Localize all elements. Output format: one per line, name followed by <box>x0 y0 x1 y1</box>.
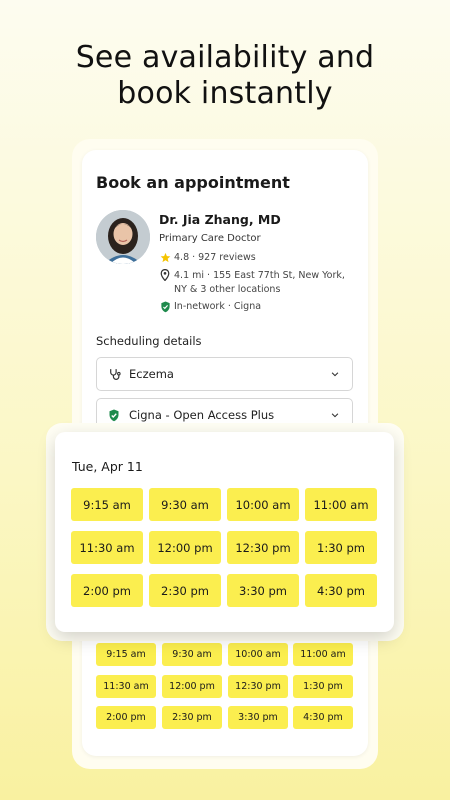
headline-line-2: book instantly <box>117 76 333 111</box>
headline-line-1: See availability and <box>75 40 375 75</box>
rating-value: 4.8 <box>174 252 190 263</box>
time-slot-button[interactable]: 2:00 pm <box>96 706 156 729</box>
star-icon <box>159 252 171 263</box>
time-slot-button[interactable]: 11:00 am <box>305 488 377 521</box>
rating-separator: · <box>192 252 196 263</box>
doctor-name[interactable]: Dr. Jia Zhang, MD <box>159 212 281 227</box>
time-slot-button[interactable]: 12:00 pm <box>162 675 222 698</box>
time-slot-button[interactable]: 1:30 pm <box>305 531 377 564</box>
time-slot-button[interactable]: 10:00 am <box>227 488 299 521</box>
location-pin-icon <box>159 269 171 281</box>
time-slot-button[interactable]: 12:00 pm <box>149 531 221 564</box>
location-row: 4.1 mi · 155 East 77th St, New York, NY … <box>159 269 345 297</box>
time-slot-button[interactable]: 1:30 pm <box>293 675 353 698</box>
time-slot-button[interactable]: 11:30 am <box>71 531 143 564</box>
chevron-down-icon <box>330 368 340 382</box>
time-slot-button[interactable]: 4:30 pm <box>305 574 377 607</box>
headline: See availability and book instantly <box>0 40 450 112</box>
rating-row: 4.8 · 927 reviews <box>159 252 256 263</box>
time-slot-button[interactable]: 2:30 pm <box>149 574 221 607</box>
time-slot-button[interactable]: 10:00 am <box>228 643 288 666</box>
reason-select[interactable]: Eczema <box>96 357 353 391</box>
time-slot-button[interactable]: 2:00 pm <box>71 574 143 607</box>
network-status: In-network · Cigna <box>174 301 262 312</box>
stethoscope-icon <box>107 368 121 381</box>
doctor-specialty: Primary Care Doctor <box>159 233 261 244</box>
time-slot-button[interactable]: 2:30 pm <box>162 706 222 729</box>
shield-check-icon <box>159 301 171 313</box>
location-line-1: 4.1 mi · 155 East 77th St, New York, <box>174 270 345 281</box>
time-slot-button[interactable]: 9:15 am <box>71 488 143 521</box>
review-count[interactable]: 927 reviews <box>198 252 256 263</box>
time-slot-button[interactable]: 9:30 am <box>162 643 222 666</box>
time-slot-button[interactable]: 3:30 pm <box>228 706 288 729</box>
chevron-down-icon <box>330 409 340 423</box>
time-slot-button[interactable]: 3:30 pm <box>227 574 299 607</box>
insurance-value: Cigna - Open Access Plus <box>129 408 275 422</box>
doctor-avatar <box>96 210 150 264</box>
time-slot-button[interactable]: 12:30 pm <box>228 675 288 698</box>
time-slot-button[interactable]: 12:30 pm <box>227 531 299 564</box>
time-slot-button[interactable]: 4:30 pm <box>293 706 353 729</box>
popup-date: Tue, Apr 11 <box>72 459 143 474</box>
time-slot-button[interactable]: 9:30 am <box>149 488 221 521</box>
card-title: Book an appointment <box>96 173 290 192</box>
time-slot-button[interactable]: 11:30 am <box>96 675 156 698</box>
location-line-2: NY & 3 other locations <box>174 284 281 295</box>
scheduling-details-label: Scheduling details <box>96 334 202 348</box>
time-slot-button[interactable]: 9:15 am <box>96 643 156 666</box>
network-row: In-network · Cigna <box>159 301 261 313</box>
time-slot-button[interactable]: 11:00 am <box>293 643 353 666</box>
shield-check-icon <box>107 409 121 422</box>
reason-value: Eczema <box>129 367 174 381</box>
